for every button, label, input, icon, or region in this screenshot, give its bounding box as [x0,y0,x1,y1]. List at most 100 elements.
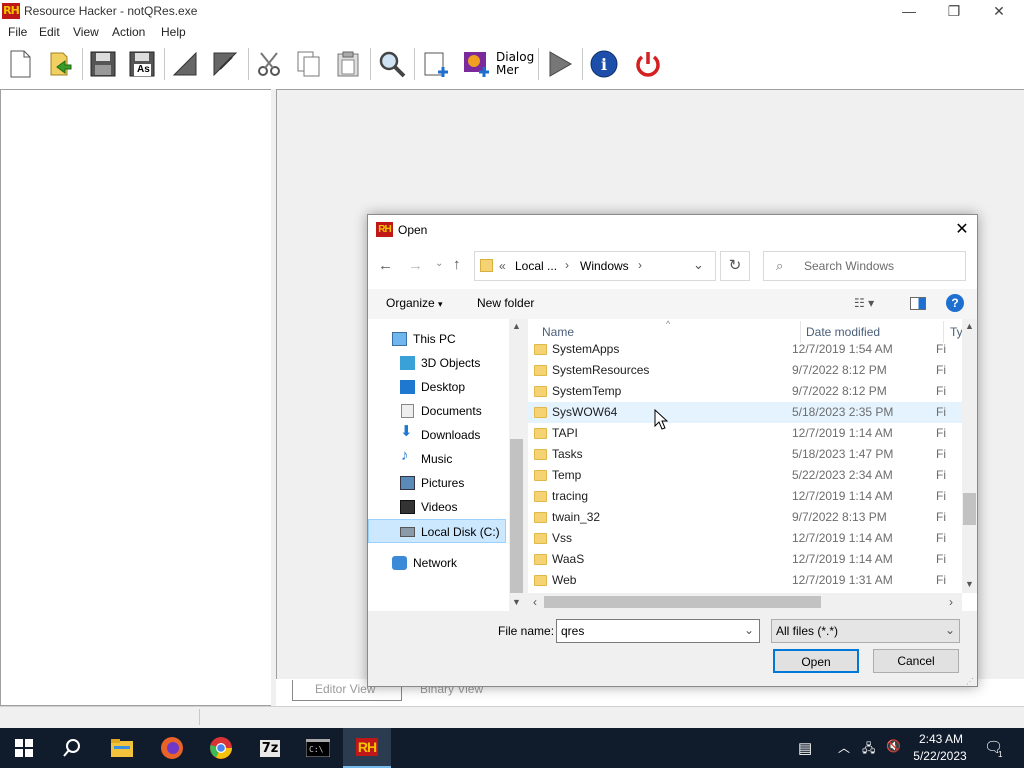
power-icon[interactable] [630,46,666,82]
nav-scrollbar[interactable]: ▲ ▼ [509,319,524,611]
open-button[interactable]: Open [773,649,859,673]
nav-this-pc[interactable]: This PC [388,327,526,351]
show-hidden-icons-chevron-icon[interactable]: ︿ [838,739,850,756]
refresh-icon[interactable]: ↻ [720,251,750,281]
nav-network[interactable]: Network [388,551,526,575]
new-file-icon[interactable] [2,46,38,82]
up-arrow-icon[interactable]: ↑ [453,256,461,273]
file-row[interactable]: WaaS 12/7/2019 1:14 AM Fi [528,549,962,570]
search-input[interactable]: ⌕ Search Windows [763,251,966,281]
scroll-down-arrow-icon[interactable]: ▼ [512,597,521,607]
save-as-icon[interactable]: As [124,46,160,82]
change-view-icon[interactable]: ☷ ▾ [854,296,874,310]
column-header-date[interactable]: Date modified [806,325,880,339]
paste-icon[interactable] [330,46,366,82]
file-row[interactable]: SystemTemp 9/7/2022 8:12 PM Fi [528,381,962,402]
save-icon[interactable] [85,46,121,82]
keyboard-icon[interactable]: ▤ [798,739,812,757]
new-folder-button[interactable]: New folder [477,296,534,310]
file-row[interactable]: Vss 12/7/2019 1:14 AM Fi [528,528,962,549]
add-blank-icon[interactable] [418,46,454,82]
file-row[interactable]: tracing 12/7/2019 1:14 AM Fi [528,486,962,507]
scroll-up-arrow-icon[interactable]: ▲ [965,321,974,331]
clock-date[interactable]: 5/22/2023 [909,749,971,763]
file-row-hovered[interactable]: SysWOW64 5/18/2023 2:35 PM Fi [528,402,962,423]
network-status-icon[interactable]: 🖧 [862,739,875,760]
help-icon[interactable]: ? [946,294,964,312]
navigation-pane[interactable]: This PC 3D Objects Desktop Documents ⬇ D… [368,319,524,611]
chrome-icon[interactable] [197,728,245,768]
column-header-type[interactable]: Ty [950,325,963,339]
forward-arrow-icon[interactable]: → [408,257,423,274]
scroll-down-arrow-icon[interactable]: ▼ [965,579,974,589]
file-explorer-icon[interactable] [98,728,146,768]
info-icon[interactable]: i [586,46,622,82]
file-list-scrollbar-thumb[interactable] [963,493,976,525]
maximize-button[interactable]: ❐ [931,0,977,24]
file-type-select[interactable]: All files (*.*) ⌄ [771,619,960,643]
address-dropdown-chevron-icon[interactable]: ⌄ [693,257,704,273]
folder-icon [534,554,547,565]
menu-view[interactable]: View [73,25,99,39]
cancel-button[interactable]: Cancel [873,649,959,673]
organize-button[interactable]: Organize ▾ [386,296,443,310]
menu-help[interactable]: Help [161,25,186,39]
firefox-icon[interactable] [148,728,196,768]
file-name-input[interactable]: qres ⌄ [556,619,760,643]
file-row[interactable]: SystemApps 12/7/2019 1:54 AM Fi [528,339,962,360]
clock-time[interactable]: 2:43 AM [913,732,969,746]
nav-label: 3D Objects [421,356,481,370]
resource-hacker-icon[interactable]: RH [343,728,391,768]
7zip-icon[interactable]: 7z [246,728,294,768]
nav-local-disk[interactable]: Local Disk (C:) [368,519,506,543]
back-icon[interactable] [207,46,243,82]
add-image-icon[interactable] [458,46,494,82]
scroll-left-arrow-icon[interactable]: ‹ [533,595,537,609]
file-list-pane[interactable]: Name ^ Date modified Ty SystemApps 12/7/2… [528,319,977,611]
search-icon[interactable] [48,728,96,768]
scroll-right-arrow-icon[interactable]: › [949,595,953,609]
preview-pane-icon[interactable] [910,297,926,310]
breadcrumb-windows[interactable]: Windows [580,259,629,273]
cut-icon[interactable] [252,46,288,82]
file-row[interactable]: SystemResources 9/7/2022 8:12 PM Fi [528,360,962,381]
open-file-icon[interactable] [42,46,78,82]
back-arrow-icon[interactable]: ← [378,257,393,274]
terminal-icon[interactable]: C:\ [294,728,342,768]
volume-muted-icon[interactable]: 🔇 [886,739,901,753]
dialog-merge-icon[interactable]: Dialog Mer [496,46,534,82]
file-list-vertical-scrollbar[interactable]: ▲ ▼ [962,319,977,593]
scroll-up-arrow-icon[interactable]: ▲ [512,321,521,331]
resize-grip-icon[interactable]: ⋰ [966,677,974,686]
videos-icon [400,500,415,514]
file-name-value: qres [561,624,585,638]
search-placeholder: Search Windows [804,259,895,273]
recent-locations-chevron-icon[interactable]: ⌄ [435,258,443,269]
nav-scrollbar-thumb[interactable] [510,439,523,593]
file-row[interactable]: Temp 5/22/2023 2:34 AM Fi [528,465,962,486]
minimize-button[interactable]: — [886,0,932,24]
menu-edit[interactable]: Edit [39,25,60,39]
column-header-name[interactable]: Name [542,325,574,339]
file-list-hscroll-thumb[interactable] [544,596,821,608]
dialog-close-button[interactable]: ✕ [948,219,976,241]
file-row[interactable]: Web 12/7/2019 1:31 AM Fi [528,570,962,591]
file-row[interactable]: twain_32 9/7/2022 8:13 PM Fi [528,507,962,528]
compile-icon[interactable] [167,46,203,82]
copy-icon[interactable] [291,46,327,82]
resource-hacker-logo-icon: RH [2,3,20,19]
address-bar[interactable]: « Local ... › Windows › ⌄ [474,251,716,281]
start-icon[interactable] [0,728,48,768]
resource-tree-pane[interactable] [0,89,272,706]
file-row[interactable]: TAPI 12/7/2019 1:14 AM Fi [528,423,962,444]
close-button[interactable]: ✕ [976,0,1022,24]
file-name-dropdown-chevron-icon[interactable]: ⌄ [744,623,754,637]
menu-action[interactable]: Action [112,25,145,39]
run-icon[interactable] [542,46,578,82]
breadcrumb-local[interactable]: Local ... [515,259,557,273]
menu-file[interactable]: File [8,25,27,39]
file-list-horizontal-scrollbar[interactable]: ‹ › [528,593,962,611]
find-icon[interactable] [374,46,410,82]
file-row[interactable]: Tasks 5/18/2023 1:47 PM Fi [528,444,962,465]
file-type-chevron-icon[interactable]: ⌄ [945,623,955,637]
